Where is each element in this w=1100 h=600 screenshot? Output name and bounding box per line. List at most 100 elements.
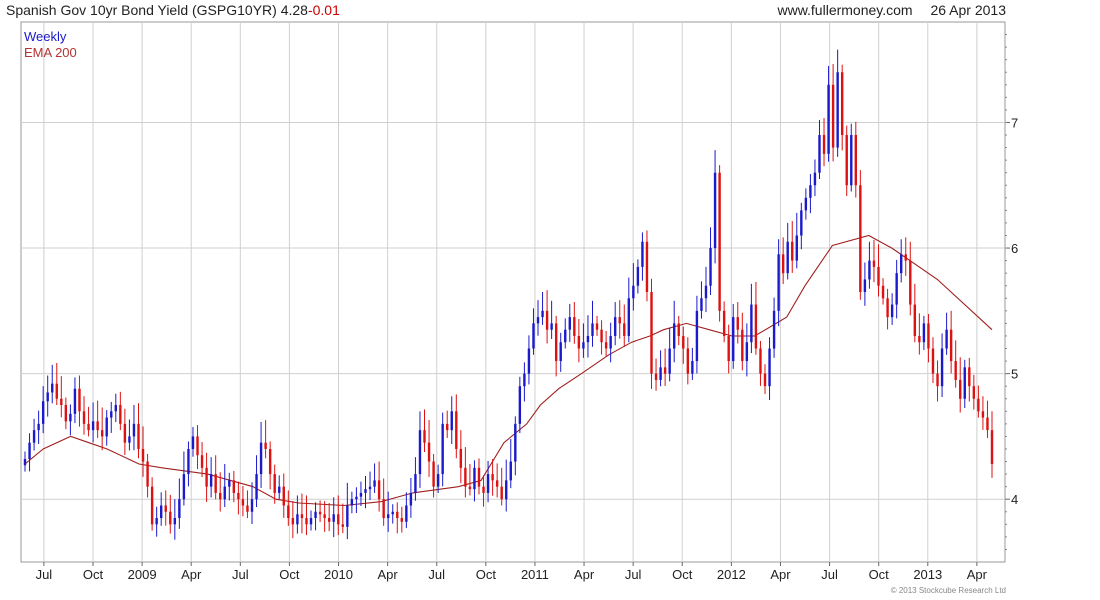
candle-body (37, 423, 40, 431)
candle-body (100, 430, 104, 437)
y-tick-label: 6 (1011, 241, 1018, 256)
candle-body (968, 367, 971, 387)
candle-body (859, 185, 862, 292)
x-tick-label: Oct (869, 567, 890, 582)
candle-body (278, 486, 281, 493)
candle-body (722, 310, 726, 336)
candle-body (840, 72, 844, 136)
candle-body (545, 310, 549, 330)
candle-body (455, 411, 458, 449)
candle-body (386, 514, 390, 519)
candle-body (704, 285, 708, 299)
candle-body (296, 514, 299, 525)
candle-body (777, 254, 780, 311)
candle-body (604, 342, 608, 349)
candle-body (268, 448, 272, 475)
candle-body (518, 386, 522, 424)
candle-body (468, 486, 472, 490)
candle-body (132, 423, 136, 437)
candle-body (146, 461, 149, 487)
candle-body (922, 323, 926, 343)
candle-body (527, 348, 531, 374)
candle-body (500, 486, 503, 500)
candle-body (881, 285, 885, 299)
candle-body (673, 323, 676, 349)
candle-body (332, 514, 335, 522)
candle-body (609, 335, 612, 349)
candle-body (250, 499, 254, 512)
candle-body (523, 373, 526, 387)
candle-body (55, 383, 58, 399)
candle-body (241, 499, 245, 506)
candle-body (668, 348, 671, 374)
candle-body (432, 461, 435, 487)
candle-body (414, 474, 417, 493)
x-tick-label: Oct (279, 567, 300, 582)
legend-weekly: Weekly (24, 29, 67, 44)
candle-body (718, 172, 721, 311)
candle-body (763, 373, 767, 387)
candle-body (155, 518, 158, 525)
candle-body (209, 474, 213, 487)
candle-body (654, 373, 658, 380)
candle-body (355, 496, 358, 500)
candle-body (854, 135, 858, 186)
candle-body (591, 323, 594, 336)
x-tick-label: 2009 (128, 567, 157, 582)
candle-body (727, 335, 730, 362)
candle-body (441, 423, 444, 475)
candle-body (473, 467, 476, 490)
x-tick-label: Apr (574, 567, 595, 582)
candle-body (745, 342, 749, 362)
candle-body (663, 367, 667, 374)
x-tick-label: 2013 (913, 567, 942, 582)
candle-body (613, 317, 617, 336)
candle-body (87, 423, 90, 431)
candle-body (96, 421, 99, 431)
candle-body (255, 474, 258, 500)
candle-body (228, 480, 231, 487)
candle-body (137, 423, 140, 449)
candle-body (182, 474, 186, 500)
candle-body (627, 298, 631, 336)
candle-body (187, 448, 190, 475)
candle-body (741, 329, 744, 362)
candle-body (219, 492, 222, 500)
y-tick-label: 4 (1011, 492, 1018, 507)
candle-body (736, 317, 739, 330)
legend-ema: EMA 200 (24, 45, 77, 60)
candle-body (150, 486, 154, 525)
candle-body (246, 505, 249, 512)
candle-body (169, 511, 172, 525)
candle-body (346, 505, 349, 527)
candle-body (41, 401, 45, 424)
candle-body (400, 518, 404, 522)
candle-body (972, 386, 976, 399)
candle-body (813, 172, 817, 186)
candle-body (368, 486, 372, 490)
candle-body (686, 348, 690, 374)
candle-body (536, 317, 540, 324)
candle-body (850, 135, 853, 186)
candle-body (477, 467, 481, 487)
candle-body (28, 442, 31, 460)
candle-body (214, 474, 217, 493)
candle-body (377, 480, 381, 500)
candle-body (323, 514, 326, 519)
candle-body (105, 417, 108, 437)
candle-body (940, 348, 944, 387)
candle-body (909, 260, 912, 305)
candle-body (514, 423, 517, 462)
candle-body (300, 514, 304, 519)
x-tick-label: 2012 (717, 567, 746, 582)
candle-body (191, 436, 195, 449)
bond-yield-chart: 4 5 6 7 Jul Oct 2009 Apr Jul Oct 2010 Apr Jul Oct 2011… (20, 21, 1018, 582)
candle-body (423, 430, 426, 443)
candle-body (732, 317, 735, 362)
candle-body (69, 413, 72, 422)
candle-body (709, 248, 712, 286)
candle-body (64, 405, 68, 422)
candle-body (954, 361, 957, 380)
candle-body (559, 342, 562, 362)
candle-body (895, 273, 898, 305)
